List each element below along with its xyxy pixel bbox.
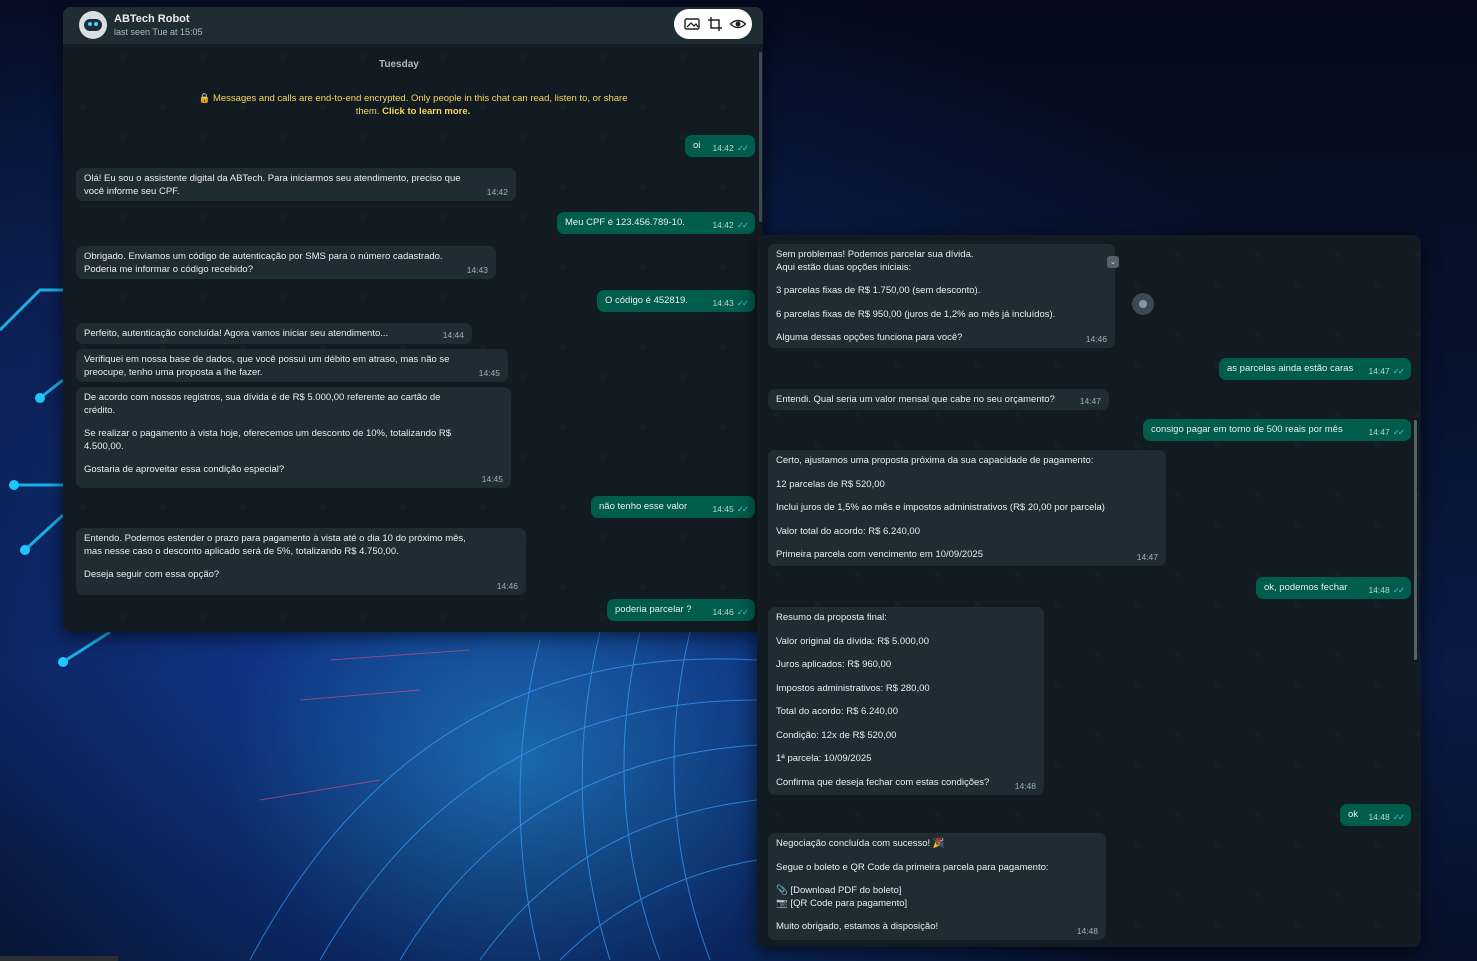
- read-receipt-icon: ✓✓: [736, 219, 749, 230]
- read-receipt-icon: ✓✓: [1392, 811, 1405, 822]
- message-text: consigo pagar em torno de 500 reais por …: [1151, 424, 1343, 435]
- message-timestamp: 14:42 ✓✓: [712, 142, 749, 153]
- message-text: Entendi. Qual seria um valor mensal que …: [776, 394, 1055, 405]
- taskbar-fragment: [0, 956, 118, 961]
- incoming-message[interactable]: Entendo. Podemos estender o prazo para p…: [76, 528, 526, 595]
- incoming-message[interactable]: Perfeito, autenticação concluída! Agora …: [76, 323, 472, 344]
- incoming-message[interactable]: Olá! Eu sou o assistente digital da ABTe…: [76, 168, 516, 201]
- read-receipt-icon: ✓✓: [1392, 584, 1405, 595]
- chat-window-left: ABTech Robot last seen Tue at 15:05 Tues…: [63, 7, 763, 632]
- message-timestamp: 14:48 ✓✓: [1368, 811, 1405, 822]
- screenshot-toolbar: [674, 9, 752, 39]
- outgoing-message[interactable]: Meu CPF é 123.456.789-10. 14:42 ✓✓: [557, 212, 755, 234]
- outgoing-message[interactable]: não tenho esse valor 14:45 ✓✓: [591, 496, 755, 518]
- message-timestamp: 14:48 ✓✓: [1368, 584, 1405, 595]
- message-text: Verifiquei em nossa base de dados, que v…: [84, 354, 450, 378]
- message-timestamp: 14:42: [486, 186, 508, 197]
- learn-more-link[interactable]: Click to learn more.: [382, 106, 470, 117]
- day-separator: Tuesday: [379, 59, 419, 70]
- eye-icon[interactable]: [729, 15, 747, 33]
- read-receipt-icon: ✓✓: [736, 142, 749, 153]
- crop-icon[interactable]: [706, 15, 724, 33]
- chat-header: ABTech Robot last seen Tue at 15:05: [63, 7, 763, 44]
- outgoing-message[interactable]: O código é 452819. 14:43 ✓✓: [597, 290, 755, 312]
- lock-icon: 🔒: [198, 93, 211, 104]
- message-timestamp: 14:46 ✓✓: [712, 606, 749, 617]
- read-receipt-icon: ✓✓: [736, 297, 749, 308]
- outgoing-message[interactable]: consigo pagar em torno de 500 reais por …: [1143, 419, 1411, 441]
- message-timestamp: 14:45 ✓✓: [712, 503, 749, 514]
- message-timestamp: 14:44: [442, 329, 464, 340]
- message-timestamp: 14:48: [1014, 780, 1036, 791]
- outgoing-message[interactable]: oi 14:42 ✓✓: [685, 135, 755, 157]
- react-emoji-icon[interactable]: [1132, 293, 1154, 315]
- chevron-down-icon[interactable]: ⌄: [1107, 256, 1119, 268]
- message-text: Certo, ajustamos uma proposta próxima da…: [776, 455, 1105, 560]
- message-timestamp: 14:46: [1085, 333, 1107, 344]
- read-receipt-icon: ✓✓: [1392, 365, 1405, 376]
- message-timestamp: 14:47: [1136, 551, 1158, 562]
- message-timestamp: 14:43: [466, 264, 488, 275]
- read-receipt-icon: ✓✓: [736, 503, 749, 514]
- incoming-message[interactable]: Certo, ajustamos uma proposta próxima da…: [768, 450, 1166, 566]
- message-timestamp: 14:47 ✓✓: [1368, 426, 1405, 437]
- incoming-message[interactable]: Sem problemas! Podemos parcelar sua dívi…: [768, 244, 1154, 348]
- incoming-message[interactable]: Obrigado. Enviamos um código de autentic…: [76, 246, 496, 279]
- message-timestamp: 14:48: [1076, 925, 1098, 936]
- read-receipt-icon: ✓✓: [736, 606, 749, 617]
- incoming-message[interactable]: De acordo com nossos registros, sua dívi…: [76, 387, 511, 488]
- message-text: Obrigado. Enviamos um código de autentic…: [84, 251, 443, 275]
- message-text: Resumo da proposta final: Valor original …: [776, 612, 990, 788]
- contact-name[interactable]: ABTech Robot: [114, 13, 190, 25]
- message-text: Negociação concluída com sucesso! 🎉 Segue…: [776, 838, 1049, 932]
- message-timestamp: 14:47: [1079, 395, 1101, 406]
- scrollbar[interactable]: [1414, 420, 1417, 660]
- contact-status: last seen Tue at 15:05: [114, 27, 203, 37]
- outgoing-message[interactable]: ok 14:48 ✓✓: [1340, 804, 1411, 826]
- incoming-message[interactable]: Resumo da proposta final: Valor original …: [768, 607, 1044, 795]
- message-timestamp: 14:45: [481, 473, 503, 484]
- message-text: Olá! Eu sou o assistente digital da ABTe…: [84, 173, 461, 197]
- message-timestamp: 14:45: [478, 367, 500, 378]
- message-timestamp: 14:43 ✓✓: [712, 297, 749, 308]
- message-text: Entendo. Podemos estender o prazo para p…: [84, 533, 466, 580]
- outgoing-message[interactable]: ok, podemos fechar 14:48 ✓✓: [1256, 577, 1411, 599]
- outgoing-message[interactable]: as parcelas ainda estão caras 14:47 ✓✓: [1219, 358, 1411, 380]
- read-receipt-icon: ✓✓: [1392, 426, 1405, 437]
- chat-window-right: Sem problemas! Podemos parcelar sua dívi…: [757, 235, 1421, 947]
- avatar[interactable]: [79, 11, 107, 39]
- encryption-notice[interactable]: 🔒 Messages and calls are end-to-end encr…: [193, 92, 633, 118]
- message-timestamp: 14:42 ✓✓: [712, 219, 749, 230]
- message-timestamp: 14:47 ✓✓: [1368, 365, 1405, 376]
- outgoing-message[interactable]: poderia parcelar ? 14:46 ✓✓: [607, 599, 755, 621]
- incoming-message[interactable]: Negociação concluída com sucesso! 🎉 Segue…: [768, 833, 1106, 940]
- message-timestamp: 14:46: [496, 580, 518, 591]
- incoming-message[interactable]: Entendi. Qual seria um valor mensal que …: [768, 389, 1109, 410]
- message-text: Sem problemas! Podemos parcelar sua dívi…: [776, 249, 1056, 343]
- image-icon[interactable]: [683, 15, 701, 33]
- message-text: De acordo com nossos registros, sua dívi…: [84, 392, 452, 475]
- message-text: Perfeito, autenticação concluída! Agora …: [84, 328, 389, 339]
- scrollbar[interactable]: [759, 52, 762, 222]
- incoming-message[interactable]: Verifiquei em nossa base de dados, que v…: [76, 349, 508, 382]
